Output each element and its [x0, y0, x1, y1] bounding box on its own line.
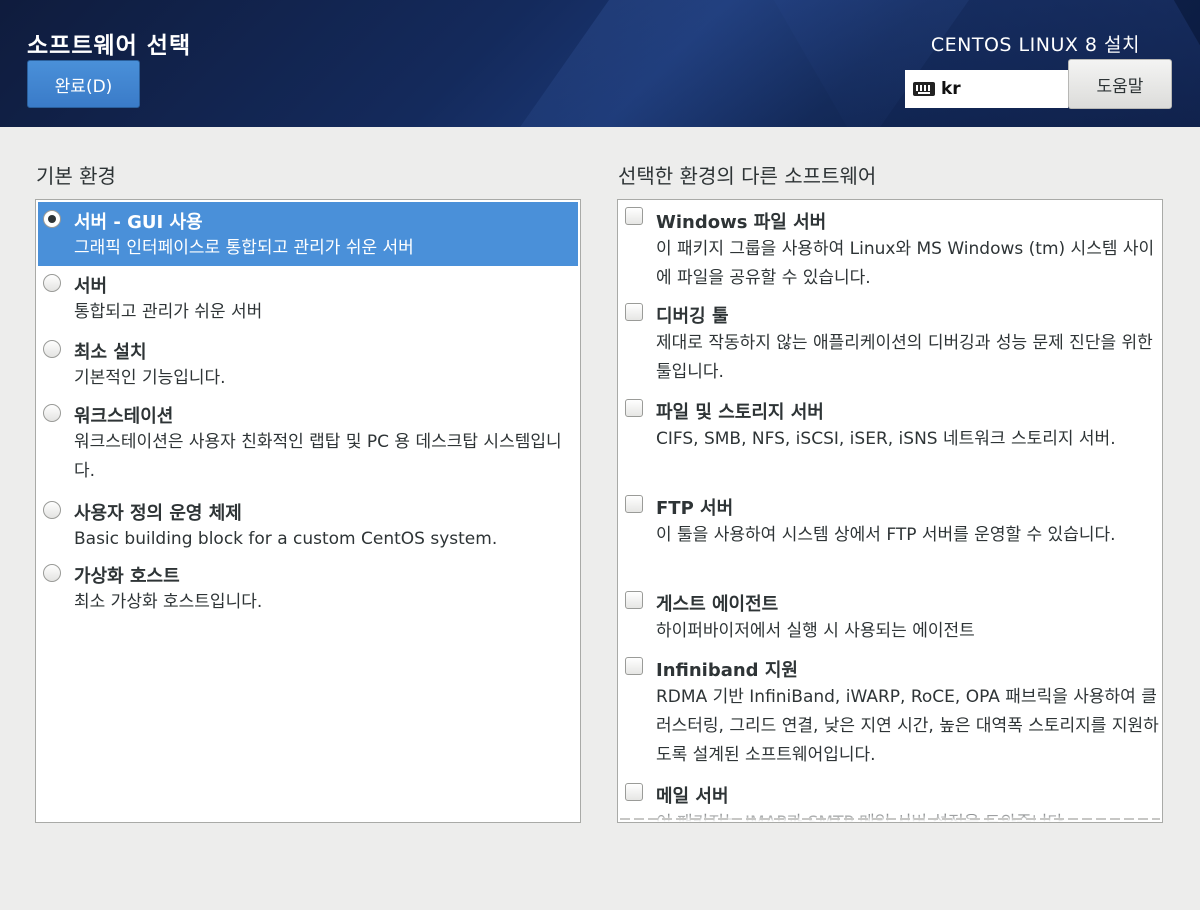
addon-item-file-storage-server[interactable]: 파일 및 스토리지 서버 CIFS, SMB, NFS, iSCSI, iSER… — [620, 394, 1160, 489]
base-env-list: 서버 - GUI 사용 그래픽 인터페이스로 통합되고 관리가 쉬운 서버 서버… — [35, 199, 581, 823]
addon-item-desc: CIFS, SMB, NFS, iSCSI, iSER, iSNS 네트워크 스… — [656, 429, 1116, 449]
checkbox[interactable] — [625, 303, 643, 321]
checkbox[interactable] — [625, 657, 643, 675]
env-item-name: 사용자 정의 운영 체제 — [74, 503, 242, 524]
env-item-server[interactable]: 서버 통합되고 관리가 쉬운 서버 — [38, 270, 578, 332]
addon-item-desc: 하이퍼바이저에서 실행 시 사용되는 에이전트 — [656, 621, 975, 641]
addon-item-name: FTP 서버 — [656, 498, 734, 519]
install-title: CENTOS LINUX 8 설치 — [930, 34, 1140, 56]
addon-item-guest-agents[interactable]: 게스트 에이전트 하이퍼바이저에서 실행 시 사용되는 에이전트 — [620, 586, 1160, 648]
addon-item-desc: RDMA 기반 InfiniBand, iWARP, RoCE, OPA 패브릭… — [656, 687, 1159, 765]
env-item-desc: 워크스테이션은 사용자 친화적인 랩탑 및 PC 용 데스크탑 시스템입니다. — [74, 432, 562, 481]
env-item-desc: 그래픽 인터페이스로 통합되고 관리가 쉬운 서버 — [74, 238, 414, 258]
addon-item-name: Infiniband 지원 — [656, 660, 798, 681]
env-item-desc: 통합되고 관리가 쉬운 서버 — [74, 302, 263, 322]
addon-item-desc: 이 툴을 사용하여 시스템 상에서 FTP 서버를 운영할 수 있습니다. — [656, 525, 1116, 545]
addons-list[interactable]: Windows 파일 서버 이 패키지 그룹을 사용하여 Linux와 MS W… — [617, 199, 1163, 823]
addon-item-name: 파일 및 스토리지 서버 — [656, 402, 824, 423]
checkbox[interactable] — [625, 783, 643, 801]
addon-item-name: Windows 파일 서버 — [656, 212, 827, 233]
checkbox[interactable] — [625, 591, 643, 609]
scroll-indicator[interactable] — [620, 818, 1160, 820]
addon-item-debugging-tools[interactable]: 디버깅 툴 제대로 작동하지 않는 애플리케이션의 디버깅과 성능 문제 진단을… — [620, 298, 1160, 393]
page-title: 소프트웨어 선택 — [27, 33, 192, 59]
env-item-name: 서버 — [74, 276, 108, 297]
radio-button[interactable] — [43, 564, 61, 582]
radio-button[interactable] — [43, 210, 61, 228]
help-button[interactable]: 도움말 — [1068, 59, 1172, 109]
addon-item-desc: 제대로 작동하지 않는 애플리케이션의 디버깅과 성능 문제 진단을 위한 툴입… — [656, 333, 1153, 382]
addons-title: 선택한 환경의 다른 소프트웨어 — [618, 164, 877, 188]
base-env-title: 기본 환경 — [36, 164, 116, 188]
addon-item-windows-file-server[interactable]: Windows 파일 서버 이 패키지 그룹을 사용하여 Linux와 MS W… — [620, 202, 1160, 297]
env-item-name: 서버 - GUI 사용 — [74, 212, 203, 233]
radio-button[interactable] — [43, 274, 61, 292]
env-item-workstation[interactable]: 워크스테이션 워크스테이션은 사용자 친화적인 랩탑 및 PC 용 데스크탑 시… — [38, 400, 578, 492]
checkbox[interactable] — [625, 207, 643, 225]
env-item-desc: 최소 가상화 호스트입니다. — [74, 592, 263, 612]
radio-button[interactable] — [43, 501, 61, 519]
keyboard-layout-label: kr — [941, 79, 961, 99]
checkbox[interactable] — [625, 399, 643, 417]
checkbox[interactable] — [625, 495, 643, 513]
radio-button[interactable] — [43, 404, 61, 422]
addon-item-ftp-server[interactable]: FTP 서버 이 툴을 사용하여 시스템 상에서 FTP 서버를 운영할 수 있… — [620, 490, 1160, 585]
env-item-name: 최소 설치 — [74, 342, 147, 363]
env-item-name: 가상화 호스트 — [74, 566, 180, 587]
env-item-desc: Basic building block for a custom CentOS… — [74, 529, 498, 549]
addon-item-name: 게스트 에이전트 — [656, 594, 779, 615]
env-item-name: 워크스테이션 — [74, 406, 174, 427]
radio-button[interactable] — [43, 340, 61, 358]
env-item-custom-os[interactable]: 사용자 정의 운영 체제 Basic building block for a … — [38, 497, 578, 557]
env-item-minimal[interactable]: 최소 설치 기본적인 기능입니다. — [38, 336, 578, 398]
env-item-virtualization-host[interactable]: 가상화 호스트 최소 가상화 호스트입니다. — [38, 560, 578, 620]
env-item-desc: 기본적인 기능입니다. — [74, 368, 226, 388]
keyboard-icon — [913, 82, 935, 96]
header-bar: 소프트웨어 선택 완료(D) CENTOS LINUX 8 설치 kr 도움말 — [0, 0, 1200, 127]
addon-item-infiniband-support[interactable]: Infiniband 지원 RDMA 기반 InfiniBand, iWARP,… — [620, 652, 1160, 777]
done-button[interactable]: 완료(D) — [27, 60, 140, 108]
addon-item-name: 디버깅 툴 — [656, 306, 729, 327]
addon-item-name: 메일 서버 — [656, 786, 729, 807]
env-item-server-gui[interactable]: 서버 - GUI 사용 그래픽 인터페이스로 통합되고 관리가 쉬운 서버 — [38, 202, 578, 266]
keyboard-layout-indicator[interactable]: kr — [905, 70, 1068, 108]
addon-item-desc: 이 패키지 그룹을 사용하여 Linux와 MS Windows (tm) 시스… — [656, 239, 1155, 288]
